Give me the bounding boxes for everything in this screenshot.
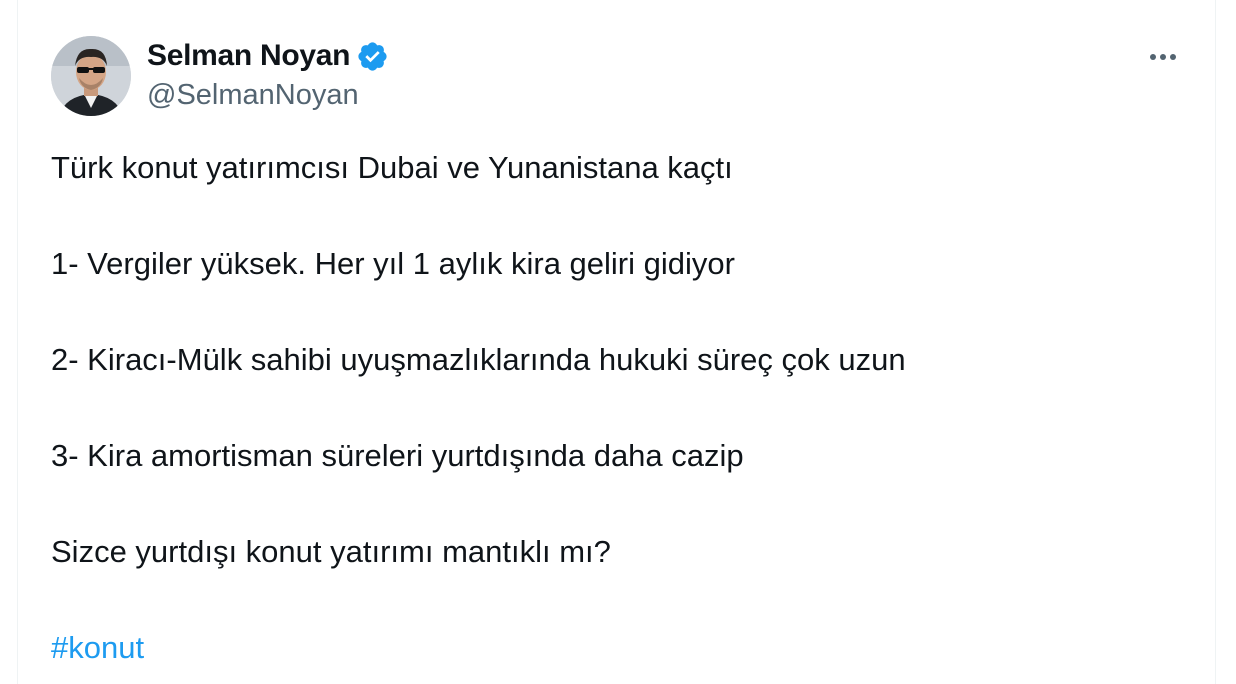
- hashtag-link[interactable]: #konut: [51, 626, 1171, 670]
- verified-badge-icon[interactable]: [356, 40, 389, 73]
- more-horizontal-icon: [1150, 54, 1156, 60]
- tweet-line: 3- Kira amortisman süreleri yurtdışında …: [51, 438, 744, 473]
- tweet-line: Türk konut yatırımcısı Dubai ve Yunanist…: [51, 150, 733, 185]
- tweet-line: 1- Vergiler yüksek. Her yıl 1 aylık kira…: [51, 246, 735, 281]
- avatar[interactable]: [51, 36, 131, 116]
- more-options-button[interactable]: [1146, 44, 1180, 70]
- tweet-text: Türk konut yatırımcısı Dubai ve Yunanist…: [51, 146, 1171, 670]
- tweet-line: 2- Kiracı-Mülk sahibi uyuşmazlıklarında …: [51, 342, 906, 377]
- author-handle[interactable]: @SelmanNoyan: [147, 78, 359, 112]
- author-display-name[interactable]: Selman Noyan: [147, 38, 350, 74]
- more-horizontal-icon-dot: [1170, 54, 1176, 60]
- tweet-line: Sizce yurtdışı konut yatırımı mantıklı m…: [51, 534, 611, 569]
- more-horizontal-icon-dot: [1160, 54, 1166, 60]
- avatar-photo: [51, 36, 131, 116]
- author-name-row: Selman Noyan: [147, 38, 389, 74]
